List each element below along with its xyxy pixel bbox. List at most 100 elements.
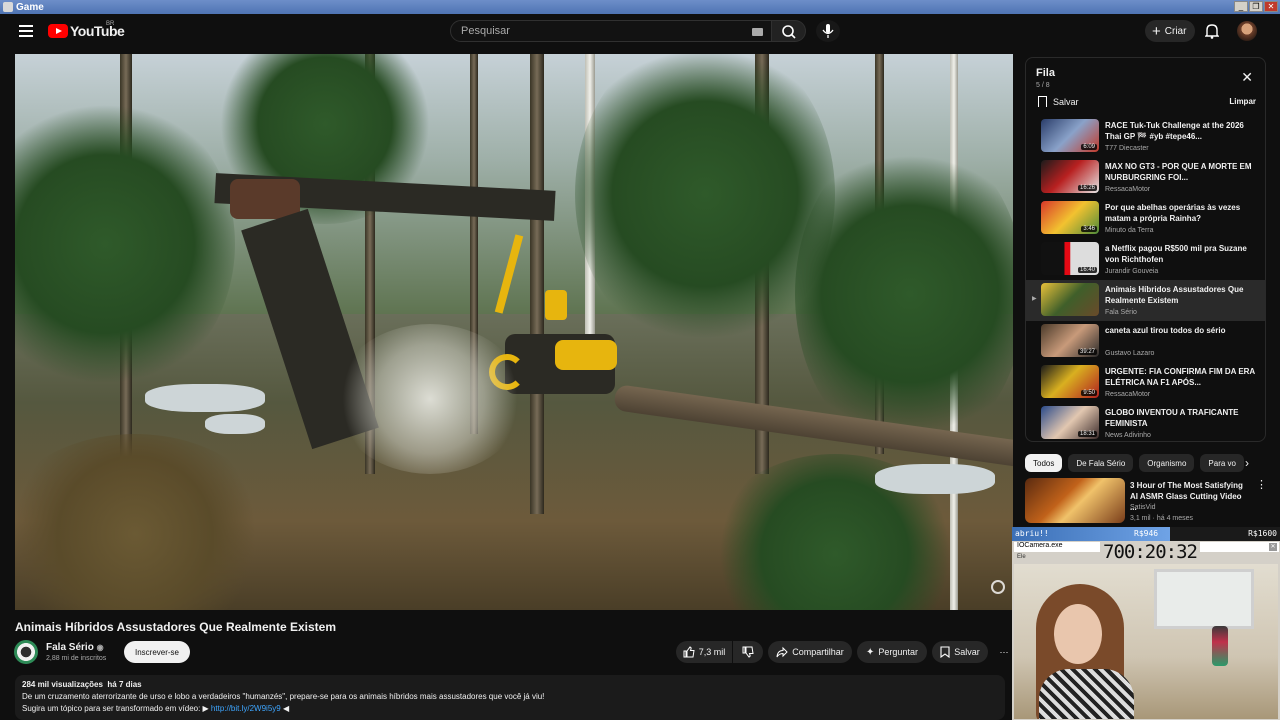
- chip-0[interactable]: Todos: [1025, 454, 1063, 472]
- queue-item-thumbnail[interactable]: 39:27: [1041, 324, 1099, 357]
- description-link[interactable]: http://bit.ly/2W9i5y9: [211, 704, 281, 713]
- queue-clear-button[interactable]: Limpar: [1229, 97, 1256, 106]
- channel-avatar[interactable]: [14, 640, 38, 664]
- description-box[interactable]: 284 mil visualizações há 7 dias De um cr…: [15, 675, 1005, 720]
- subscribe-button[interactable]: Inscrever-se: [124, 641, 190, 663]
- queue-item-title[interactable]: GLOBO INVENTOU A TRAFICANTE FEMINISTA: [1105, 407, 1255, 429]
- streamer-face: [1054, 604, 1102, 664]
- now-playing-icon: ▶: [1032, 296, 1037, 302]
- save-button[interactable]: Salvar: [932, 641, 988, 663]
- keyboard-icon[interactable]: [752, 28, 763, 36]
- more-actions-icon[interactable]: ⋯: [994, 641, 1014, 663]
- sparkle-icon: ✦: [866, 646, 875, 658]
- queue-item-duration: 39:27: [1077, 349, 1097, 355]
- queue-title: Fila: [1036, 67, 1055, 79]
- search-placeholder: Pesquisar: [461, 25, 510, 37]
- recommendation-channel: SatisVid: [1130, 504, 1156, 511]
- queue-item-thumbnail[interactable]: 3:46: [1041, 201, 1099, 234]
- share-label: Compartilhar: [792, 647, 844, 657]
- queue-item-thumbnail[interactable]: 16:40: [1041, 242, 1099, 275]
- camera-sub-label: Ele: [1017, 554, 1026, 560]
- microphone-icon: [822, 24, 834, 38]
- bookmark-icon: [940, 646, 950, 658]
- recommendation-thumbnail[interactable]: [1025, 478, 1125, 523]
- queue-item[interactable]: 9:50 URGENTE: FIA CONFIRMA FIM DA ERA ELÉ…: [1026, 362, 1265, 403]
- youtube-logo[interactable]: YouTube BR: [48, 21, 125, 39]
- queue-item[interactable]: ▶ Animais Híbridos Assustadores Que Realm…: [1026, 280, 1265, 321]
- streamer-body: [1039, 669, 1134, 719]
- queue-item-title[interactable]: URGENTE: FIA CONFIRMA FIM DA ERA ELÉTRIC…: [1105, 366, 1255, 388]
- queue-item-thumbnail[interactable]: [1041, 283, 1099, 316]
- search-input[interactable]: Pesquisar: [450, 20, 772, 42]
- queue-item-channel: RessacaMotor: [1105, 391, 1151, 398]
- queue-item-thumbnail[interactable]: 16:26: [1041, 160, 1099, 193]
- like-count: 7,3 mil: [698, 647, 726, 657]
- queue-save-button[interactable]: Salvar: [1038, 96, 1079, 107]
- restore-button[interactable]: ❐: [1249, 1, 1263, 12]
- chip-2[interactable]: Organismo: [1139, 454, 1195, 472]
- queue-list: 6:09 RACE Tuk-Tuk Challenge at the 2026 T…: [1026, 116, 1265, 441]
- verified-icon: ◉: [96, 643, 104, 652]
- queue-item-duration: 9:50: [1081, 390, 1097, 396]
- queue-item-thumbnail[interactable]: 9:50: [1041, 365, 1099, 398]
- like-button[interactable]: 7,3 mil: [676, 641, 732, 663]
- queue-item[interactable]: 16:40 a Netflix pagou R$500 mil pra Suzan…: [1026, 239, 1265, 280]
- queue-item[interactable]: 16:26 MAX NO GT3 - POR QUE A MORTE EM NUR…: [1026, 157, 1265, 198]
- save-label: Salvar: [954, 647, 980, 657]
- thumbs-up-icon: [683, 646, 695, 658]
- video-title: Animais Híbridos Assustadores Que Realme…: [15, 620, 336, 634]
- search-button[interactable]: [772, 20, 806, 42]
- chip-3[interactable]: Para vo: [1200, 454, 1244, 472]
- channel-name[interactable]: Fala Sério ◉: [46, 642, 104, 653]
- notifications-bell-icon[interactable]: [1205, 23, 1219, 39]
- chip-1[interactable]: De Fala Sério: [1068, 454, 1134, 472]
- queue-item-title[interactable]: caneta azul tirou todos do sério: [1105, 325, 1255, 336]
- ask-button[interactable]: ✦ Perguntar: [857, 641, 927, 663]
- queue-item-channel: Gustavo Lazaro: [1105, 350, 1155, 357]
- window-controls: _ ❐ ✕: [1234, 1, 1278, 12]
- queue-item-thumbnail[interactable]: 6:09: [1041, 119, 1099, 152]
- queue-item-title[interactable]: MAX NO GT3 - POR QUE A MORTE EM NURBURGR…: [1105, 161, 1255, 183]
- queue-item-title[interactable]: a Netflix pagou R$500 mil pra Suzane von…: [1105, 243, 1255, 265]
- queue-item-duration: 18:31: [1077, 431, 1097, 437]
- queue-item[interactable]: 3:46 Por que abelhas operárias às vezes m…: [1026, 198, 1265, 239]
- goal-label: abriu!!: [1015, 529, 1049, 538]
- close-window-button[interactable]: ✕: [1264, 1, 1278, 12]
- create-label: Criar: [1164, 25, 1187, 37]
- close-icon[interactable]: ✕: [1241, 70, 1253, 84]
- queue-item[interactable]: 18:31 GLOBO INVENTOU A TRAFICANTE FEMINIS…: [1026, 403, 1265, 441]
- subscriber-count: 2,88 mi de inscritos: [46, 655, 107, 662]
- recommendation-meta: 3,1 mil · há 4 meses: [1130, 515, 1194, 522]
- minimize-button[interactable]: _: [1234, 1, 1248, 12]
- settings-icon[interactable]: [991, 580, 1005, 594]
- video-frame-sawdust: [335, 324, 525, 474]
- goal-bar: abriu!! R$946 R$1600: [1012, 527, 1280, 541]
- queue-item-channel: Minuto da Terra: [1105, 227, 1154, 234]
- voice-search-button[interactable]: [816, 20, 840, 42]
- close-icon[interactable]: ✕: [1269, 543, 1277, 551]
- queue-item-title[interactable]: Animais Híbridos Assustadores Que Realme…: [1105, 284, 1255, 306]
- queue-item-channel: T77 Diecaster: [1105, 145, 1149, 152]
- queue-item[interactable]: 39:27 caneta azul tirou todos do sério Gus…: [1026, 321, 1265, 362]
- menu-icon[interactable]: [19, 25, 33, 37]
- description-line-2: Sugira um tópico para ser transformado e…: [22, 704, 290, 713]
- queue-item-channel: RessacaMotor: [1105, 186, 1151, 193]
- queue-panel: Fila 5 / 8 ✕ Salvar Limpar 6:09 RACE Tuk-…: [1025, 57, 1266, 442]
- user-avatar[interactable]: [1237, 21, 1257, 41]
- chevron-right-icon[interactable]: ›: [1245, 456, 1249, 470]
- description-line-1: De um cruzamento aterrorizante de urso e…: [22, 692, 545, 701]
- youtube-play-icon: [48, 24, 68, 38]
- queue-item-thumbnail[interactable]: 18:31: [1041, 406, 1099, 439]
- bookmark-icon: [1038, 96, 1047, 107]
- webcam-window-background: [1154, 569, 1254, 629]
- dislike-button[interactable]: [733, 641, 763, 663]
- queue-item-title[interactable]: RACE Tuk-Tuk Challenge at the 2026 Thai …: [1105, 120, 1255, 142]
- more-options-icon[interactable]: ⋮: [1256, 478, 1267, 491]
- queue-item-title[interactable]: Por que abelhas operárias às vezes matam…: [1105, 202, 1255, 224]
- share-button[interactable]: Compartilhar: [768, 641, 852, 663]
- video-player[interactable]: [15, 54, 1013, 610]
- masthead: YouTube BR Pesquisar + Criar: [0, 14, 1280, 50]
- goal-current: R$946: [1134, 529, 1159, 538]
- queue-item[interactable]: 6:09 RACE Tuk-Tuk Challenge at the 2026 T…: [1026, 116, 1265, 157]
- create-button[interactable]: + Criar: [1145, 20, 1195, 42]
